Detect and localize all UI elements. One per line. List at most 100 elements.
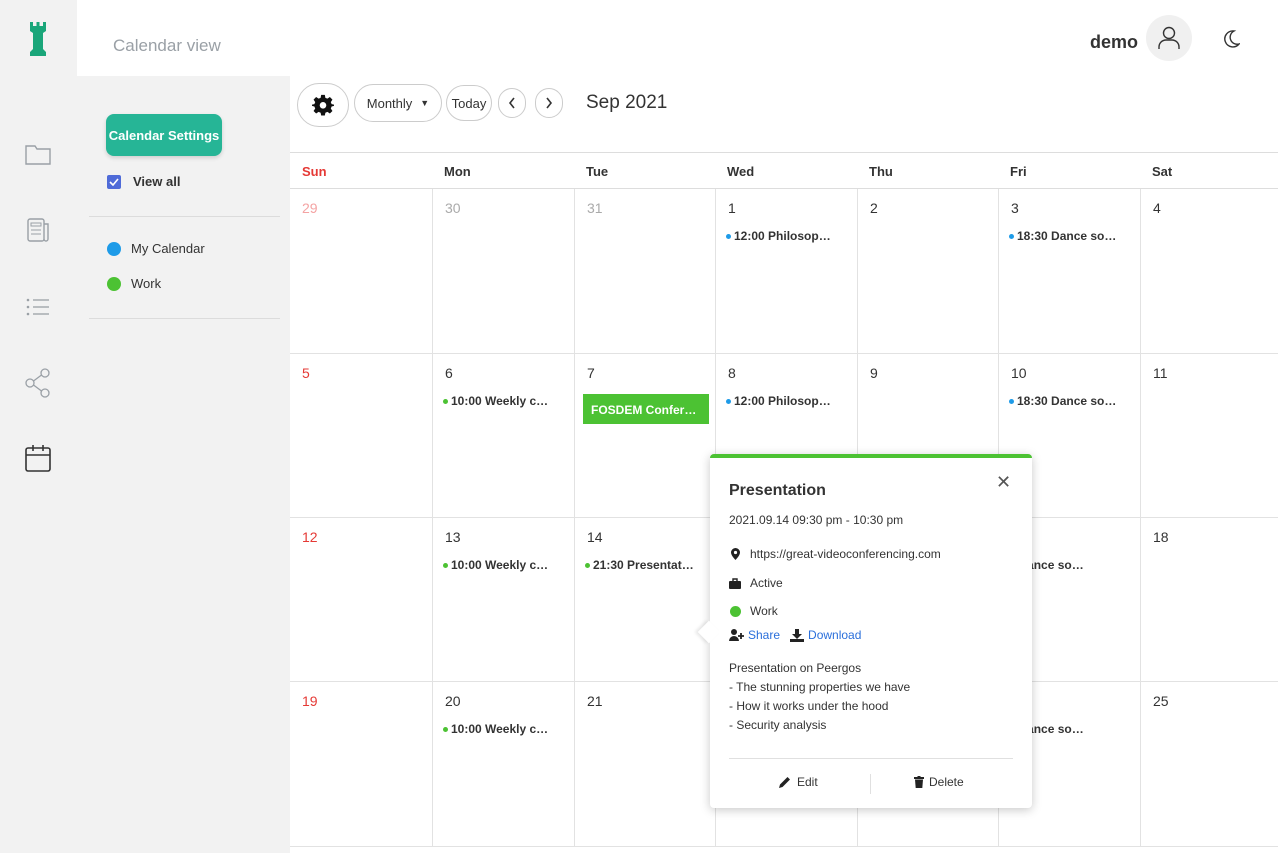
- list-icon[interactable]: [22, 291, 54, 323]
- day-number: 7: [587, 365, 595, 381]
- weekday-header-sat: Sat: [1140, 152, 1278, 189]
- checkbox-checked-icon: [107, 174, 121, 189]
- day-number: 12: [302, 529, 318, 545]
- event-color-dot: [1009, 233, 1014, 239]
- moon-icon: [1224, 30, 1240, 48]
- calendar-day-cell[interactable]: 30: [432, 189, 574, 354]
- calendar-settings-button[interactable]: Calendar Settings: [106, 114, 222, 156]
- calendar-day-cell[interactable]: 29: [290, 189, 432, 354]
- calendar-event[interactable]: 12:00 Philosop…: [726, 394, 831, 408]
- day-number: 25: [1153, 693, 1169, 709]
- calendar-color-dot: [729, 605, 741, 617]
- event-label: 21:30 Presentat…: [593, 558, 694, 572]
- description-line: - Security analysis: [729, 718, 827, 732]
- day-number: 21: [587, 693, 603, 709]
- news-icon[interactable]: [22, 214, 54, 246]
- day-number: 19: [302, 693, 318, 709]
- calendar-color-dot: [107, 276, 121, 291]
- event-label: 10:00 Weekly c…: [451, 394, 549, 408]
- day-number: 29: [302, 200, 318, 216]
- event-label: 10:00 Weekly c…: [451, 558, 549, 572]
- calendar-item-work[interactable]: Work: [107, 276, 161, 291]
- download-link[interactable]: Download: [808, 628, 861, 642]
- calendar-day-cell[interactable]: 12: [290, 518, 432, 682]
- calendar-event[interactable]: 21:30 Presentat…: [585, 558, 694, 572]
- share-link[interactable]: Share: [748, 628, 780, 642]
- divider: [729, 758, 1013, 759]
- calendar-day-cell[interactable]: 4: [1140, 189, 1278, 354]
- divider: [89, 216, 280, 217]
- user-avatar-button[interactable]: [1146, 15, 1192, 61]
- calendar-event[interactable]: 10:00 Weekly c…: [443, 394, 548, 408]
- edit-button[interactable]: Edit: [779, 775, 818, 789]
- calendar-event[interactable]: 10:00 Weekly c…: [443, 722, 548, 736]
- dark-mode-toggle[interactable]: [1220, 27, 1244, 51]
- calendar-event[interactable]: 12:00 Philosop…: [726, 229, 831, 243]
- icon-rail: [0, 0, 77, 853]
- event-calendar-row: Work: [729, 604, 778, 618]
- calendar-day-cell[interactable]: 21: [574, 682, 715, 847]
- calendar-icon[interactable]: [22, 442, 54, 474]
- all-day-event-bar[interactable]: FOSDEM Confer…: [583, 394, 709, 424]
- calendar-day-cell[interactable]: 25: [1140, 682, 1278, 847]
- weekday-header-tue: Tue: [574, 152, 715, 189]
- description-line: - The stunning properties we have: [729, 680, 911, 694]
- day-number: 4: [1153, 200, 1161, 216]
- day-number: 14: [587, 529, 603, 545]
- day-number: 31: [587, 200, 603, 216]
- view-all-label: View all: [133, 174, 181, 189]
- divider: [870, 774, 871, 794]
- close-icon[interactable]: ✕: [996, 472, 1011, 493]
- event-color-dot: [443, 726, 448, 732]
- event-calendar: Work: [750, 604, 778, 618]
- event-label: 18:30 Dance so…: [1017, 229, 1117, 243]
- day-number: 13: [445, 529, 461, 545]
- previous-month-button[interactable]: [498, 88, 526, 118]
- weekday-header-fri: Fri: [998, 152, 1140, 189]
- trash-icon: [914, 776, 924, 788]
- page-title: Calendar view: [113, 36, 221, 55]
- location-pin-icon: [729, 548, 741, 560]
- calendar-toolbar: Monthly ▼ Today Sep 2021: [290, 76, 1278, 152]
- day-number: 1: [728, 200, 736, 216]
- calendar-event[interactable]: 18:30 Dance so…: [1009, 394, 1116, 408]
- view-mode-value: Monthly: [366, 95, 413, 111]
- event-actions-row: Share Download: [729, 628, 861, 642]
- day-number: 3: [1011, 200, 1019, 216]
- calendar-day-cell[interactable]: 2: [857, 189, 998, 354]
- chevron-right-icon: [546, 97, 553, 109]
- event-location-row: https://great-videoconferencing.com: [729, 547, 941, 561]
- delete-button[interactable]: Delete: [914, 775, 964, 789]
- today-button[interactable]: Today: [446, 85, 492, 121]
- day-number: 10: [1011, 365, 1027, 381]
- calendar-day-cell[interactable]: 18: [1140, 518, 1278, 682]
- event-label: 12:00 Philosop…: [734, 229, 831, 243]
- calendar-day-cell[interactable]: 6 10:00 Weekly c…: [432, 354, 574, 518]
- calendar-event[interactable]: 18:30 Dance so…: [1009, 229, 1116, 243]
- edit-label: Edit: [797, 775, 818, 789]
- view-mode-dropdown[interactable]: Monthly ▼: [354, 84, 442, 122]
- calendar-day-cell[interactable]: 20 10:00 Weekly c…: [432, 682, 574, 847]
- calendar-day-cell[interactable]: 7 FOSDEM Confer…: [574, 354, 715, 518]
- description-line: - How it works under the hood: [729, 699, 889, 713]
- calendar-day-cell[interactable]: 5: [290, 354, 432, 518]
- event-color-dot: [726, 233, 731, 239]
- next-month-button[interactable]: [535, 88, 563, 118]
- calendar-day-cell[interactable]: 3 18:30 Dance so…: [998, 189, 1140, 354]
- calendar-event[interactable]: 10:00 Weekly c…: [443, 558, 548, 572]
- settings-button[interactable]: [297, 83, 349, 127]
- pencil-icon: [779, 777, 790, 788]
- user-icon: [1158, 26, 1180, 49]
- calendar-item-my-calendar[interactable]: My Calendar: [107, 241, 205, 256]
- event-color-dot: [443, 562, 448, 568]
- calendar-day-cell[interactable]: 14 21:30 Presentat…: [574, 518, 715, 682]
- share-icon[interactable]: [22, 367, 54, 399]
- calendar-day-cell[interactable]: 13 10:00 Weekly c…: [432, 518, 574, 682]
- divider: [89, 318, 280, 319]
- calendar-day-cell[interactable]: 11: [1140, 354, 1278, 518]
- calendar-day-cell[interactable]: 1 12:00 Philosop…: [715, 189, 857, 354]
- view-all-checkbox[interactable]: View all: [107, 174, 180, 189]
- calendar-day-cell[interactable]: 19: [290, 682, 432, 847]
- calendar-day-cell[interactable]: 31: [574, 189, 715, 354]
- folder-icon[interactable]: [22, 138, 54, 170]
